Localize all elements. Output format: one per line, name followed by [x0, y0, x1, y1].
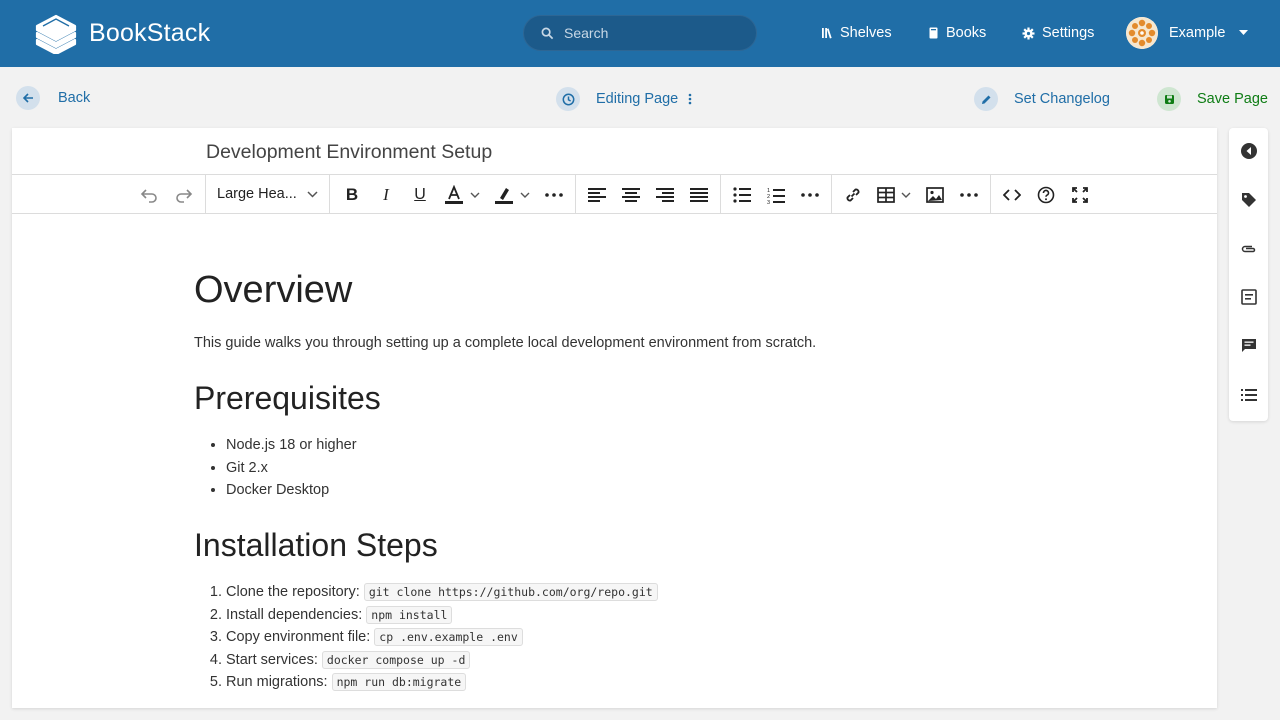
nav-shelves[interactable]: Shelves — [821, 25, 892, 41]
nav-settings-label: Settings — [1042, 25, 1095, 41]
back-button[interactable]: Back — [16, 86, 90, 110]
user-menu[interactable]: Example — [1126, 17, 1249, 49]
book-icon — [929, 27, 938, 39]
app-header: BookStack Shelves Books Settings — [0, 0, 1280, 67]
caret-down-icon — [1239, 30, 1249, 35]
kebab-menu-icon — [688, 93, 692, 105]
contents-icon[interactable] — [1239, 385, 1259, 405]
text-format-group — [330, 175, 576, 213]
brand-name[interactable]: BookStack — [89, 19, 210, 48]
editor-toolbar: Large Hea... B I U 1 2 3 — [12, 174, 1217, 214]
list-item: Install dependencies: npm install — [226, 604, 658, 627]
editing-page-label: Editing Page — [596, 91, 679, 107]
insert-group — [832, 175, 991, 213]
heading-overview: Overview — [194, 269, 353, 311]
list-item: Copy environment file: cp .env.example .… — [226, 626, 658, 649]
list-item: Node.js 18 or higher — [226, 434, 357, 457]
arrow-left-icon — [16, 86, 40, 110]
search-icon — [541, 27, 554, 40]
alignment-group — [576, 175, 721, 213]
installation-steps-list: Clone the repository: git clone https://… — [194, 581, 658, 694]
tag-icon[interactable] — [1239, 190, 1259, 210]
avatar[interactable] — [1126, 17, 1158, 49]
nav-books[interactable]: Books — [928, 25, 986, 41]
set-changelog-label: Set Changelog — [1014, 91, 1110, 107]
fullscreen-icon[interactable] — [1069, 184, 1091, 206]
step-text: Start services: — [226, 651, 322, 668]
inline-code: npm install — [366, 605, 453, 624]
save-page-label: Save Page — [1197, 91, 1268, 107]
prerequisites-list: Node.js 18 or higher Git 2.x Docker Desk… — [194, 434, 357, 502]
intro-paragraph: This guide walks you through setting up … — [194, 335, 817, 351]
nav-settings[interactable]: Settings — [1022, 25, 1094, 41]
comments-icon[interactable] — [1239, 336, 1259, 356]
save-page-button[interactable]: Save Page — [1157, 87, 1268, 111]
heading-installation-steps: Installation Steps — [194, 527, 438, 563]
history-group — [12, 175, 206, 213]
nav-books-label: Books — [946, 25, 987, 41]
step-text: Clone the repository: — [226, 584, 364, 600]
list-item: Docker Desktop — [226, 479, 357, 502]
inline-code: cp .env.example .env — [374, 628, 523, 646]
step-text: Copy environment file: — [226, 629, 375, 645]
attachment-icon[interactable] — [1239, 239, 1259, 259]
step-text: Install dependencies: — [226, 606, 367, 623]
templates-icon[interactable] — [1239, 287, 1259, 307]
page-title-input[interactable]: Development Environment Setup — [206, 141, 492, 164]
avatar-image — [1126, 17, 1158, 49]
list-item: Git 2.x — [226, 457, 357, 480]
step-text: Run migrations: — [226, 674, 332, 690]
list-group — [721, 175, 832, 213]
list-item: Start services: docker compose up -d — [226, 649, 658, 672]
back-label: Back — [58, 90, 91, 106]
save-icon — [1157, 87, 1181, 111]
nav-shelves-label: Shelves — [840, 25, 892, 41]
inline-code: git clone https://github.com/org/repo.gi… — [363, 583, 658, 601]
bookstack-logo-icon[interactable] — [34, 14, 78, 54]
gear-icon — [1022, 27, 1035, 39]
user-name: Example — [1169, 25, 1226, 41]
format-group — [206, 175, 330, 213]
list-item: Clone the repository: git clone https://… — [226, 581, 658, 604]
collapse-left-icon[interactable] — [1239, 141, 1259, 161]
search-box[interactable] — [523, 15, 757, 51]
pencil-icon — [974, 87, 998, 111]
help-icon[interactable] — [1035, 184, 1057, 206]
list-item: Run migrations: npm run db:migrate — [226, 671, 658, 694]
inline-code: docker compose up -d — [321, 650, 471, 669]
heading-prerequisites: Prerequisites — [194, 380, 381, 416]
page-editor: Development Environment Setup Large Hea.… — [12, 128, 1217, 708]
clock-icon — [556, 87, 580, 111]
shelves-icon — [822, 28, 832, 39]
editing-page-menu[interactable]: Editing Page — [556, 87, 692, 111]
inline-code: npm run db:migrate — [331, 673, 467, 691]
code-icon[interactable] — [1001, 184, 1023, 206]
set-changelog-button[interactable]: Set Changelog — [974, 87, 1110, 111]
editor-sidebar — [1229, 128, 1268, 421]
search-input[interactable] — [564, 16, 744, 50]
